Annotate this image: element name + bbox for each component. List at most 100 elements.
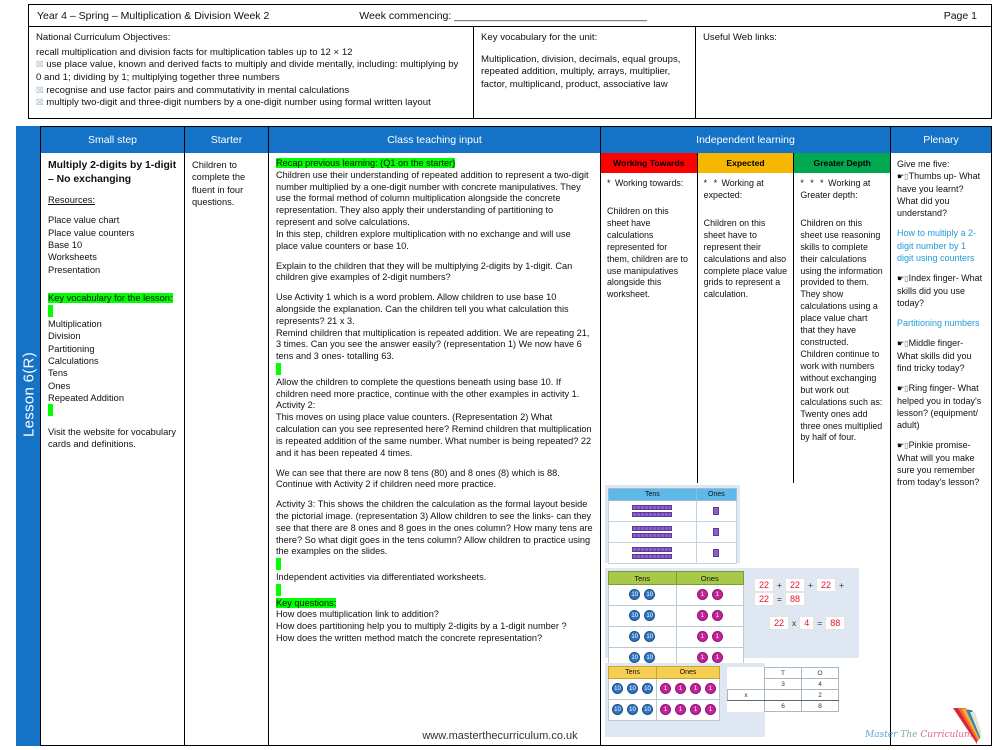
recap-heading: Recap previous learning: (Q1 on the star…	[276, 158, 456, 168]
col-header-independent-learning: Independent learning	[601, 127, 891, 153]
plenary-item: ☛▯Pinkie promise- What will you make sur…	[897, 440, 980, 488]
checkbox-glyph-icon: ☒	[36, 98, 44, 109]
counters-ones-header: Ones	[675, 571, 744, 585]
one-counter: 1	[705, 704, 716, 716]
one-counter: 1	[675, 683, 686, 695]
base-ten-cube	[713, 549, 720, 557]
column-grid-cell	[728, 679, 765, 690]
ten-counter: 10	[629, 589, 641, 601]
lesson-vocab-item: Multiplication	[48, 318, 102, 329]
starter-text: Children to complete the fluent in four …	[192, 160, 246, 208]
ribbon-icon	[953, 708, 981, 744]
ten-counter: 10	[642, 683, 653, 695]
week-commencing-field: Week commencing: _______________________…	[359, 9, 647, 22]
formal-ones-cell: 1111	[656, 678, 720, 700]
equation-operator: +	[777, 580, 782, 590]
lesson-vocab-item: Repeated Addition	[48, 393, 124, 404]
repeated-addition-equation: 22 +22 +22 +22 = 88	[753, 578, 859, 606]
base-ten-cubes-cell	[695, 500, 738, 522]
diff-header-greater-depth: Greater Depth	[794, 153, 890, 173]
star-rating: *	[607, 178, 613, 188]
column-grid-cell	[764, 689, 802, 701]
nc-item-3: ☒ multiply two-digit and three-digit num…	[36, 97, 431, 109]
formal-tens-cell: 10 10 10	[608, 699, 657, 721]
lesson-spine-label: Lesson 6(R)	[20, 352, 38, 438]
one-counter: 1	[696, 631, 708, 643]
formal-counter-row: 10 10 10 1111	[608, 699, 720, 721]
equation-result: 88	[784, 592, 805, 606]
one-counter: 1	[711, 631, 723, 643]
one-counter: 1	[696, 652, 708, 664]
column-grid-header-row: T O	[728, 667, 839, 679]
web-links-cell: Useful Web links:	[696, 27, 991, 118]
equation-term: 22	[815, 578, 836, 592]
equation-term: 22	[754, 578, 775, 592]
one-counter: 1	[690, 704, 701, 716]
ten-counter: 10	[644, 652, 656, 664]
key-question: How does multiplication link to addition…	[276, 609, 439, 620]
diff-cell-expected: * * Working at expected: Children on thi…	[698, 173, 795, 483]
column-grid-row: 3 4	[728, 678, 839, 690]
highlight-marker	[48, 404, 53, 417]
highlight-marker	[276, 558, 281, 571]
plenary-item: ☛▯Index finger- What skills did you use …	[897, 272, 983, 308]
ten-counter: 10	[642, 704, 653, 716]
one-counter: 1	[711, 652, 723, 664]
base-ten-tens-header: Tens	[608, 488, 697, 501]
one-counter: 1	[675, 704, 686, 716]
lesson-spine: Lesson 6(R)	[16, 126, 40, 746]
col-header-small-step: Small step	[41, 127, 185, 153]
diff-header-expected: Expected	[697, 153, 795, 173]
plenary-item: ☛▯Thumbs up- What have you learnt? What …	[897, 171, 981, 219]
plenary-link[interactable]: Partitioning numbers	[897, 317, 985, 329]
objectives-row: National Curriculum Objectives: recall m…	[28, 26, 992, 119]
key-questions-heading: Key questions:	[276, 597, 337, 608]
column-grid-cell	[728, 668, 765, 679]
column-grid-row: 6 8	[728, 700, 839, 712]
column-header-row: Small step Starter Class teaching input …	[41, 127, 991, 153]
resource-item: Place value chart	[48, 215, 120, 226]
base-ten-rod	[632, 505, 673, 511]
counter-tens-cell: 10 10	[608, 584, 677, 606]
column-grid-cell: T	[764, 667, 802, 679]
checkbox-glyph-icon: ☒	[36, 60, 44, 71]
diff-label: Working towards:	[614, 178, 684, 188]
lesson-vocab-item: Division	[48, 331, 81, 342]
teaching-paragraph: Independent activities via differentiate…	[276, 572, 487, 582]
teaching-paragraph: Use Activity 1 which is a word problem. …	[276, 292, 569, 326]
diff-body: Children on this sheet have calculations…	[607, 205, 688, 300]
web-links-heading: Useful Web links:	[703, 32, 777, 43]
logo-word-master: Master	[865, 730, 898, 740]
star-rating: * *	[703, 178, 720, 188]
class-teaching-cell: Recap previous learning: (Q1 on the star…	[269, 153, 601, 745]
differentiation-header-row: Working Towards Expected Greater Depth	[601, 153, 890, 173]
resource-item: Base 10	[48, 240, 83, 251]
base-ten-ones-header: Ones	[695, 488, 738, 501]
column-grid-cell: 3	[764, 678, 802, 690]
ten-counter: 10	[612, 683, 623, 695]
place-value-counters-diagram: Tens Ones 10 10 11 10 10 11 10 10 1 1 10…	[605, 568, 859, 669]
one-counter: 1	[696, 610, 708, 622]
lesson-vocab-heading: Key vocabulary for the lesson:	[48, 293, 173, 304]
ten-counter: 10	[629, 631, 641, 643]
key-question: How does partitioning help you to multip…	[276, 621, 567, 632]
formal-tens-cell: 10 10 10	[608, 678, 657, 700]
teaching-paragraph: In this step, children explore multiplic…	[276, 228, 571, 251]
column-grid-cell: x	[727, 689, 765, 701]
one-counter: 1	[696, 589, 708, 601]
starter-cell: Children to complete the fluent in four …	[185, 153, 269, 745]
small-step-footer-note: Visit the website for vocabulary cards a…	[48, 426, 176, 450]
equation-operator: x	[792, 618, 797, 628]
nc-item-2: ☒ recognise and use factor pairs and com…	[36, 84, 350, 96]
base-ten-cube	[713, 507, 720, 515]
plenary-item: ☛▯Ring finger- What helped you in today'…	[897, 383, 982, 431]
unit-vocab-body: Multiplication, division, decimals, equa…	[481, 53, 681, 90]
brand-logo: Master The Curriculum	[865, 706, 993, 748]
teaching-paragraph: This moves on using place value counters…	[276, 412, 592, 458]
one-counter: 1	[690, 683, 701, 695]
counter-tens-cell: 10 10	[608, 605, 677, 627]
plenary-link[interactable]: How to multiply a 2-digit number by 1 di…	[897, 227, 985, 263]
independent-learning-cell: Working Towards Expected Greater Depth *…	[601, 153, 891, 745]
nc-heading: National Curriculum Objectives:	[36, 32, 171, 43]
formal-tens-header: Tens	[608, 666, 657, 679]
